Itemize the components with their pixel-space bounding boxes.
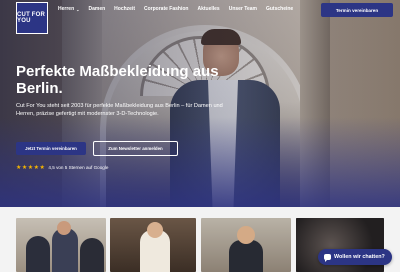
header-appointment-button[interactable]: Termin vereinbaren [321, 3, 393, 17]
chat-widget-button[interactable]: Wollen wir chatten? [318, 249, 392, 265]
nav-item-aktuelles[interactable]: Aktuelles [197, 6, 219, 12]
book-appointment-button[interactable]: Jetzt Termin vereinbaren [16, 142, 86, 155]
nav-item-corporate-fashion[interactable]: Corporate Fashion [144, 6, 188, 12]
star-rating-icon: ★★★★★ [16, 165, 46, 171]
hero-intro-text: Cut For You steht seit 2003 für perfekte… [16, 103, 223, 117]
nav-item-label: Unser Team [228, 6, 257, 12]
newsletter-signup-button[interactable]: Zum Newsletter anmelden [93, 141, 178, 156]
chat-label: Wollen wir chatten? [334, 254, 385, 260]
rating-text: 4,5 von 5 Sternen auf Google [48, 165, 109, 170]
nav-item-unser-team[interactable]: Unser Team [229, 6, 257, 12]
category-card-hochzeit[interactable] [201, 218, 291, 272]
nav-item-label: Herren [58, 6, 75, 12]
hero-bottom-gradient [0, 117, 400, 207]
hero-headline: Perfekte Maßbekleidung aus Berlin. [16, 63, 219, 97]
nav-item-label: Corporate Fashion [144, 6, 189, 12]
nav-item-herren[interactable]: Herren ⌄ [58, 6, 79, 12]
nav-menu: Herren ⌄ Damen Hochzeit Corporate Fashio… [58, 6, 293, 12]
nav-item-label: Aktuelles [197, 6, 220, 12]
nav-item-label: Damen [88, 6, 106, 12]
top-navigation: CUT FOR YOU Herren ⌄ Damen Hochzeit Corp… [0, 0, 400, 34]
nav-item-gutscheine[interactable]: Gutscheine [266, 6, 293, 12]
brand-logo[interactable]: CUT FOR YOU [16, 2, 48, 34]
nav-item-hochzeit[interactable]: Hochzeit [114, 6, 135, 12]
nav-item-damen[interactable]: Damen [88, 6, 105, 12]
category-card-herren[interactable] [16, 218, 106, 272]
chat-bubble-icon [324, 254, 331, 262]
nav-item-label: Gutscheine [265, 6, 294, 12]
google-rating[interactable]: ★★★★★ 4,5 von 5 Sternen auf Google [16, 164, 108, 171]
nav-item-label: Hochzeit [114, 6, 136, 12]
chevron-down-icon: ⌄ [76, 6, 80, 12]
category-card-damen[interactable] [110, 218, 196, 272]
